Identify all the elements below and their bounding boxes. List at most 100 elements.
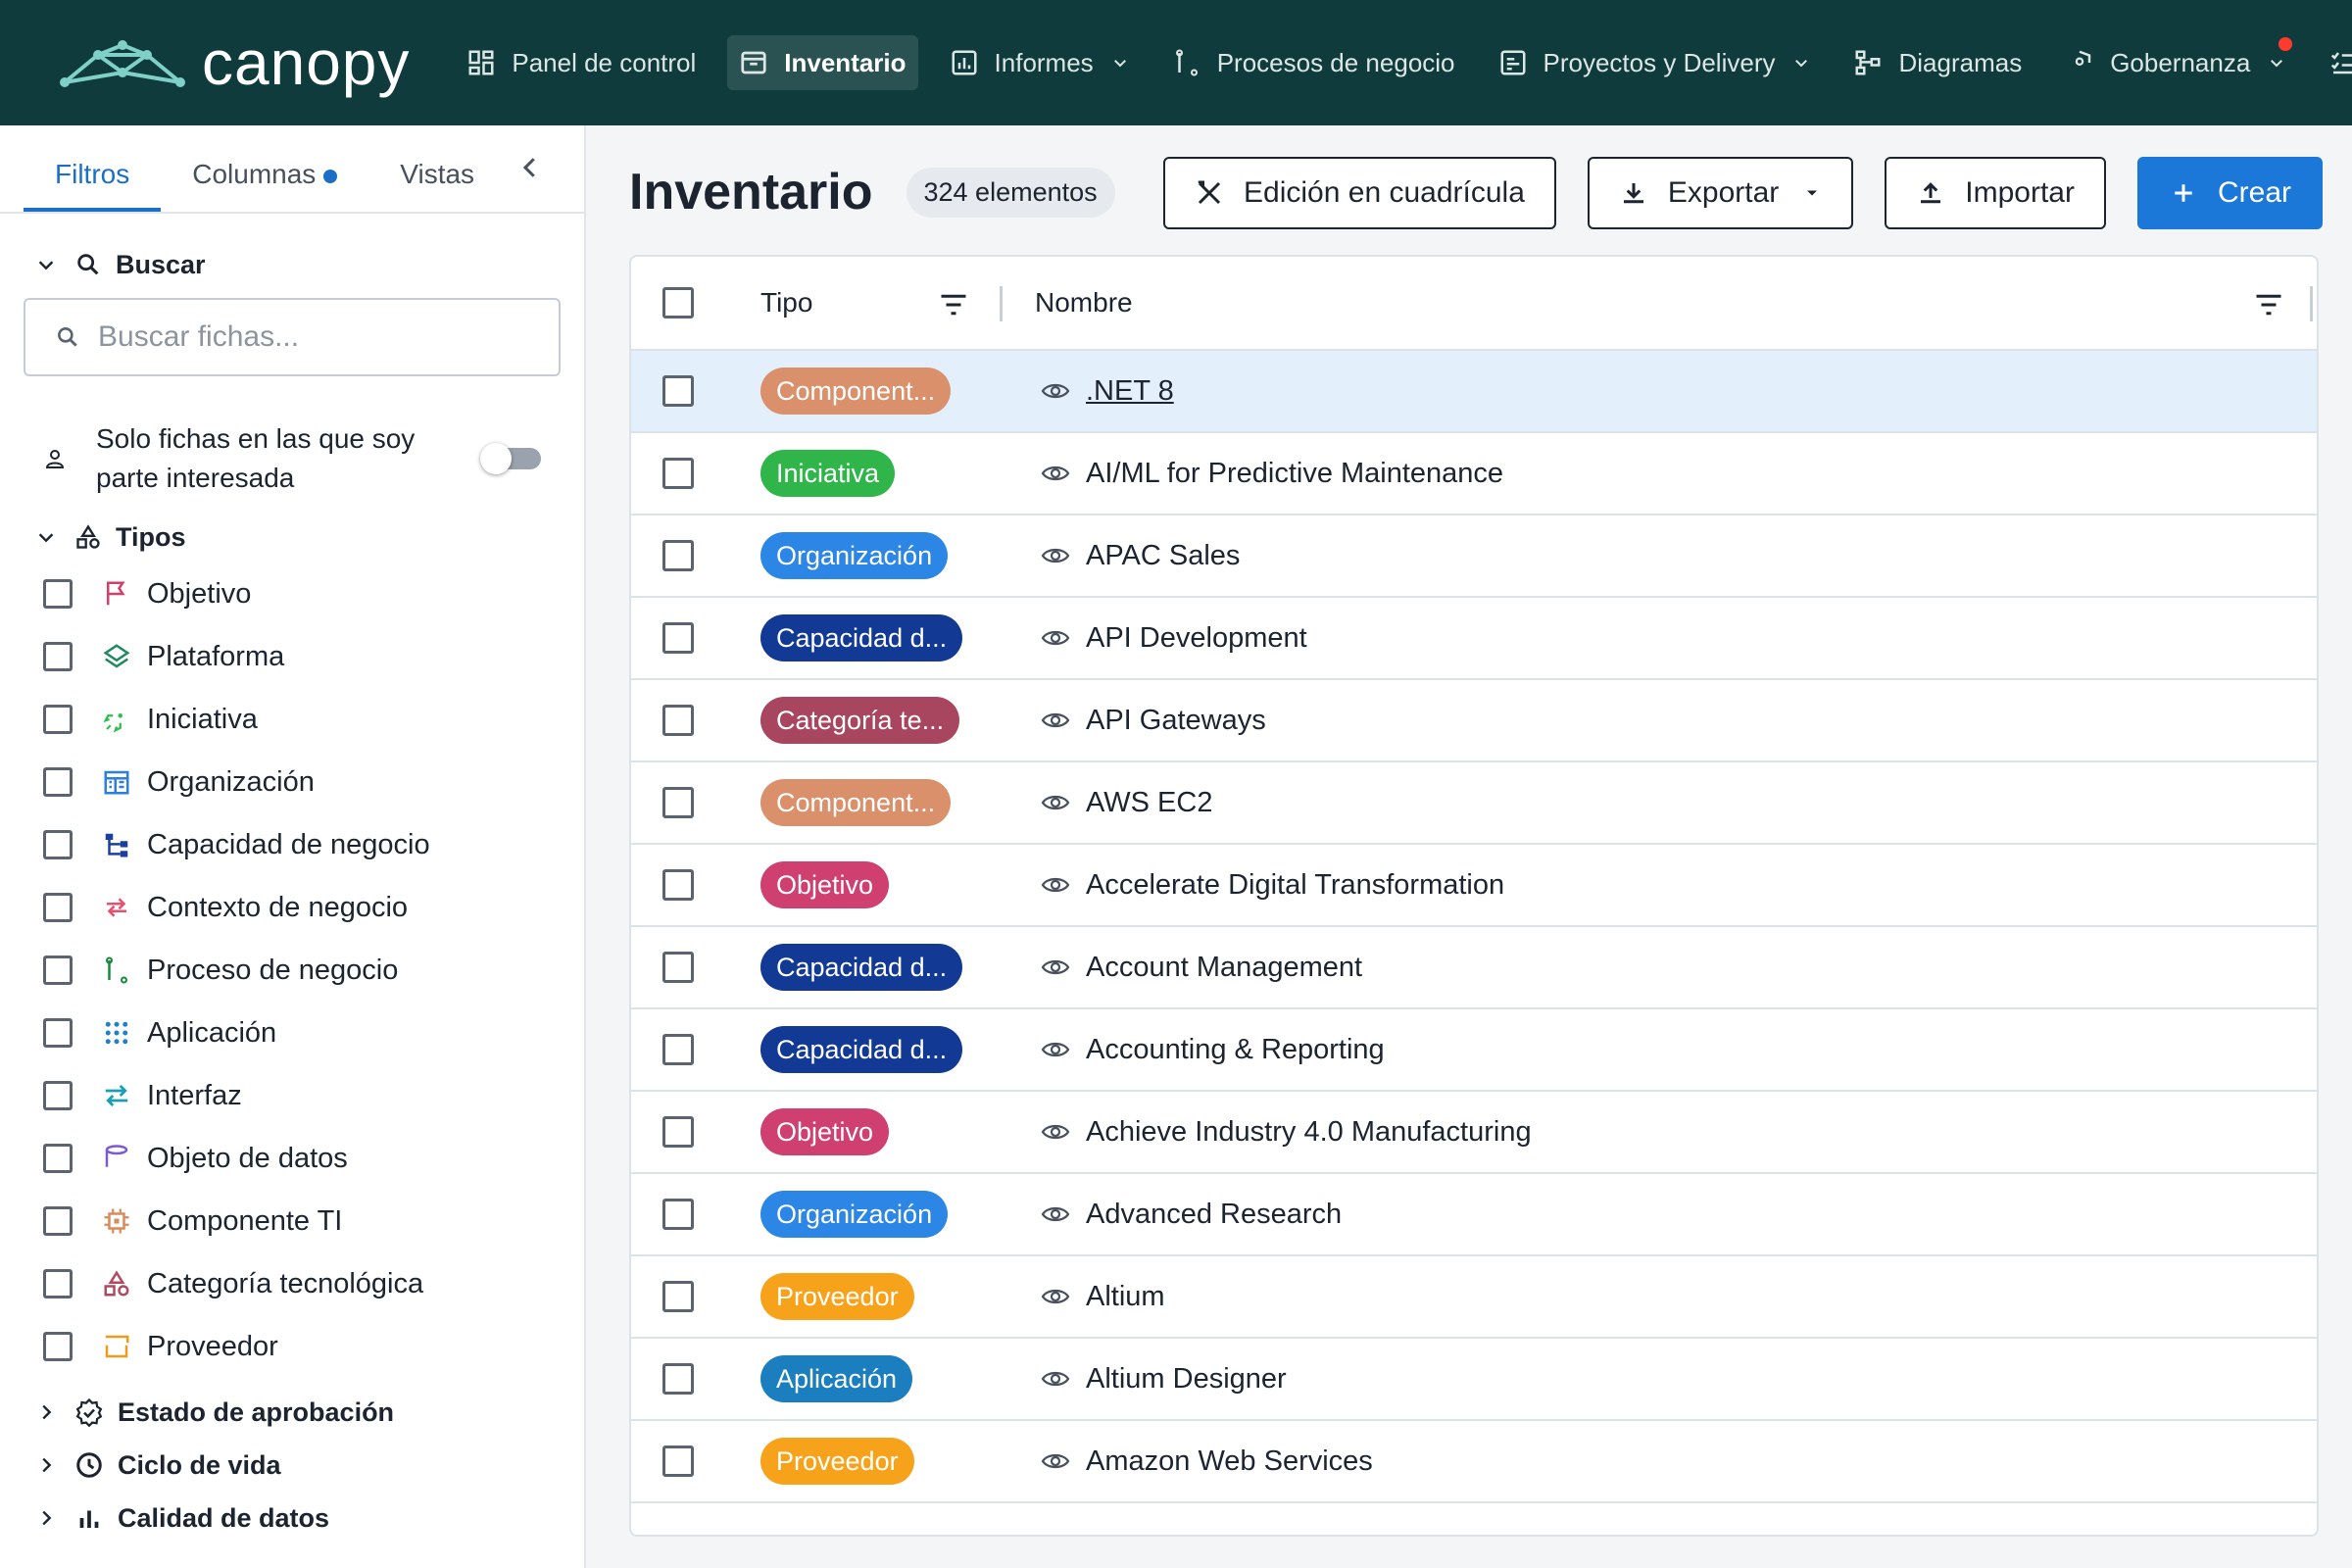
table-row[interactable]: Capacidad d... API Development [631,598,2317,680]
create-button[interactable]: Crear [2136,157,2323,229]
type-filter-item[interactable]: Objeto de datos [0,1127,584,1190]
table-row[interactable]: Categoría te... API Gateways [631,680,2317,762]
row-name-link[interactable]: .NET 8 [1086,375,1174,408]
filter-section-header[interactable]: Calidad de datos [0,1492,584,1544]
tab-filtros[interactable]: Filtros [24,159,162,212]
eye-icon[interactable] [1041,379,1070,403]
nav-item-procesos-de-negocio[interactable]: Procesos de negocio [1160,35,1467,90]
filter-icon[interactable] [2254,292,2283,318]
nav-item-diagramas[interactable]: Diagramas [1841,35,2034,90]
type-checkbox[interactable] [43,1269,73,1298]
type-filter-item[interactable]: Interfaz [0,1064,584,1127]
column-header-tipo[interactable]: Tipo [760,287,812,318]
search-input[interactable] [98,320,529,354]
column-header-nombre[interactable]: Nombre [1035,287,1133,318]
nav-item-inventario[interactable]: Inventario [727,35,918,90]
row-name-link[interactable]: Achieve Industry 4.0 Manufacturing [1086,1116,1532,1149]
table-row[interactable]: Objetivo Accelerate Digital Transformatio… [631,845,2317,927]
table-row[interactable]: Organización APAC Sales [631,515,2317,598]
row-checkbox[interactable] [662,1116,694,1148]
row-checkbox[interactable] [662,458,694,489]
type-filter-item[interactable]: Componente TI [0,1190,584,1252]
row-name-link[interactable]: Altium Designer [1086,1363,1287,1396]
search-box[interactable] [24,298,561,376]
row-name-link[interactable]: Amazon Web Services [1086,1446,1373,1478]
select-all-checkbox[interactable] [662,287,694,318]
type-checkbox[interactable] [43,956,73,985]
type-filter-item[interactable]: Organización [0,751,584,813]
eye-icon[interactable] [1041,956,1070,979]
tab-vistas[interactable]: Vistas [368,159,506,212]
table-row[interactable]: Iniciativa AI/ML for Predictive Maintenan… [631,433,2317,515]
type-checkbox[interactable] [43,1081,73,1110]
row-name-link[interactable]: Account Management [1086,952,1362,984]
type-filter-item[interactable]: Aplicación [0,1002,584,1064]
chevron-left-icon[interactable] [515,153,545,182]
row-checkbox[interactable] [662,375,694,407]
eye-icon[interactable] [1041,709,1070,732]
row-name-link[interactable]: API Development [1086,622,1307,655]
eye-icon[interactable] [1041,462,1070,485]
canopy-logo[interactable]: canopy [59,26,410,99]
type-checkbox[interactable] [43,830,73,859]
row-name-link[interactable]: API Gateways [1086,705,1266,737]
search-section-header[interactable]: Buscar [0,245,584,284]
import-button[interactable]: Importar [1885,157,2106,229]
row-checkbox[interactable] [662,787,694,818]
row-checkbox[interactable] [662,622,694,654]
type-checkbox[interactable] [43,1018,73,1048]
type-checkbox[interactable] [43,1144,73,1173]
type-filter-item[interactable]: Capacidad de negocio [0,813,584,876]
grid-edit-button[interactable]: Edición en cuadrícula [1163,157,1556,229]
eye-icon[interactable] [1041,1449,1070,1473]
type-checkbox[interactable] [43,767,73,797]
type-filter-item[interactable]: Objetivo [0,563,584,625]
row-checkbox[interactable] [662,1363,694,1395]
type-checkbox[interactable] [43,1332,73,1361]
type-checkbox[interactable] [43,705,73,734]
nav-item-gobernanza[interactable]: Gobernanza [2053,35,2297,90]
eye-icon[interactable] [1041,1202,1070,1226]
eye-icon[interactable] [1041,1367,1070,1391]
table-row[interactable]: Proveedor Altium [631,1256,2317,1339]
type-checkbox[interactable] [43,579,73,609]
type-filter-item[interactable]: Proceso de negocio [0,939,584,1002]
nav-item-panel-de-control[interactable]: Panel de control [455,35,708,90]
type-filter-item[interactable]: Plataforma [0,625,584,688]
table-row[interactable]: Component... AWS EC2 [631,762,2317,845]
filter-section-header[interactable]: Estado de aprobación [0,1386,584,1439]
type-checkbox[interactable] [43,893,73,922]
type-checkbox[interactable] [43,1206,73,1236]
table-row[interactable]: Objetivo Achieve Industry 4.0 Manufacturi… [631,1092,2317,1174]
eye-icon[interactable] [1041,1038,1070,1061]
table-row[interactable]: Aplicación Altium Designer [631,1339,2317,1421]
row-name-link[interactable]: Altium [1086,1281,1165,1313]
row-checkbox[interactable] [662,1446,694,1477]
table-row[interactable]: Capacidad d... Accounting & Reporting [631,1009,2317,1092]
table-row[interactable]: Organización Advanced Research [631,1174,2317,1256]
row-name-link[interactable]: APAC Sales [1086,540,1240,572]
types-section-header[interactable]: Tipos [0,517,584,557]
export-button[interactable]: Exportar [1587,157,1854,229]
eye-icon[interactable] [1041,626,1070,650]
eye-icon[interactable] [1041,1285,1070,1308]
table-row[interactable]: Proveedor Amazon Web Services [631,1421,2317,1503]
row-name-link[interactable]: AWS EC2 [1086,787,1212,819]
row-name-link[interactable]: Accelerate Digital Transformation [1086,869,1504,902]
nav-item-proyectos-y-delivery[interactable]: Proyectos y Delivery [1487,35,1823,90]
table-row[interactable]: Capacidad d... Account Management [631,927,2317,1009]
table-row[interactable]: Component... .NET 8 [631,351,2317,433]
type-filter-item[interactable]: Proveedor [0,1315,584,1378]
filter-icon[interactable] [939,292,968,318]
stakeholder-toggle[interactable] [480,443,541,474]
row-checkbox[interactable] [662,869,694,901]
row-checkbox[interactable] [662,1034,694,1065]
row-name-link[interactable]: Advanced Research [1086,1199,1342,1231]
eye-icon[interactable] [1041,544,1070,567]
nav-item-informes[interactable]: Informes [938,35,1141,90]
tab-columnas[interactable]: Columnas [161,159,368,212]
eye-icon[interactable] [1041,1120,1070,1144]
row-checkbox[interactable] [662,540,694,571]
row-checkbox[interactable] [662,1199,694,1230]
filter-section-header[interactable]: Ciclo de vida [0,1439,584,1492]
